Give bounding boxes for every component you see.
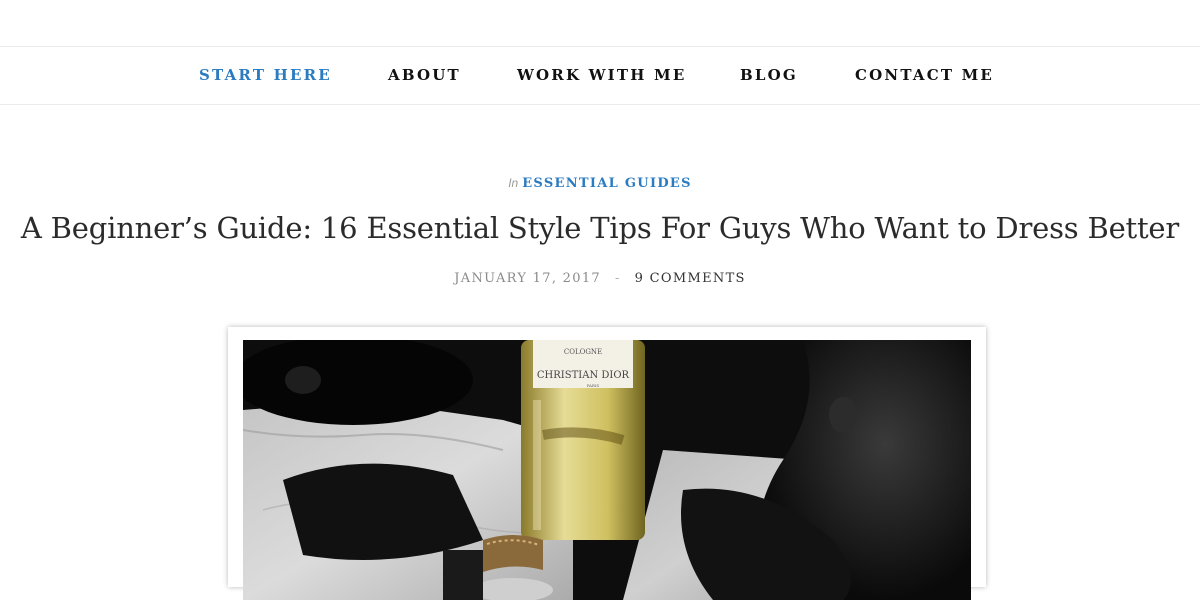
post-meta: JANUARY 17, 2017-9 COMMENTS <box>0 271 1200 286</box>
featured-image-art: COLOGNE CHRISTIAN DIOR PARIS <box>243 340 971 600</box>
top-bar <box>0 0 1200 47</box>
bottle-label-line3: PARIS <box>587 383 600 388</box>
bottle-label-line1: COLOGNE <box>564 348 602 356</box>
featured-image: COLOGNE CHRISTIAN DIOR PARIS <box>243 340 971 600</box>
comments-link[interactable]: 9 COMMENTS <box>635 271 746 286</box>
nav-item-start-here[interactable]: START HERE <box>199 66 332 84</box>
nav-item-contact-me[interactable]: CONTACT ME <box>855 66 994 84</box>
main-nav: START HERE ABOUT WORK WITH ME BLOG CONTA… <box>0 47 1200 105</box>
featured-image-frame: COLOGNE CHRISTIAN DIOR PARIS <box>228 327 986 600</box>
nav-item-about[interactable]: ABOUT <box>388 66 461 84</box>
nav-item-blog[interactable]: BLOG <box>740 66 798 84</box>
post-category: In ESSENTIAL GUIDES <box>0 176 1200 191</box>
post-title: A Beginner’s Guide: 16 Essential Style T… <box>20 211 1180 245</box>
nav-item-work-with-me[interactable]: WORK WITH ME <box>517 66 687 84</box>
category-prefix: In <box>508 176 519 190</box>
post-date: JANUARY 17, 2017 <box>454 271 601 286</box>
category-link[interactable]: ESSENTIAL GUIDES <box>522 176 692 191</box>
bottle-label-line2: CHRISTIAN DIOR <box>537 370 630 381</box>
meta-separator: - <box>614 271 621 286</box>
